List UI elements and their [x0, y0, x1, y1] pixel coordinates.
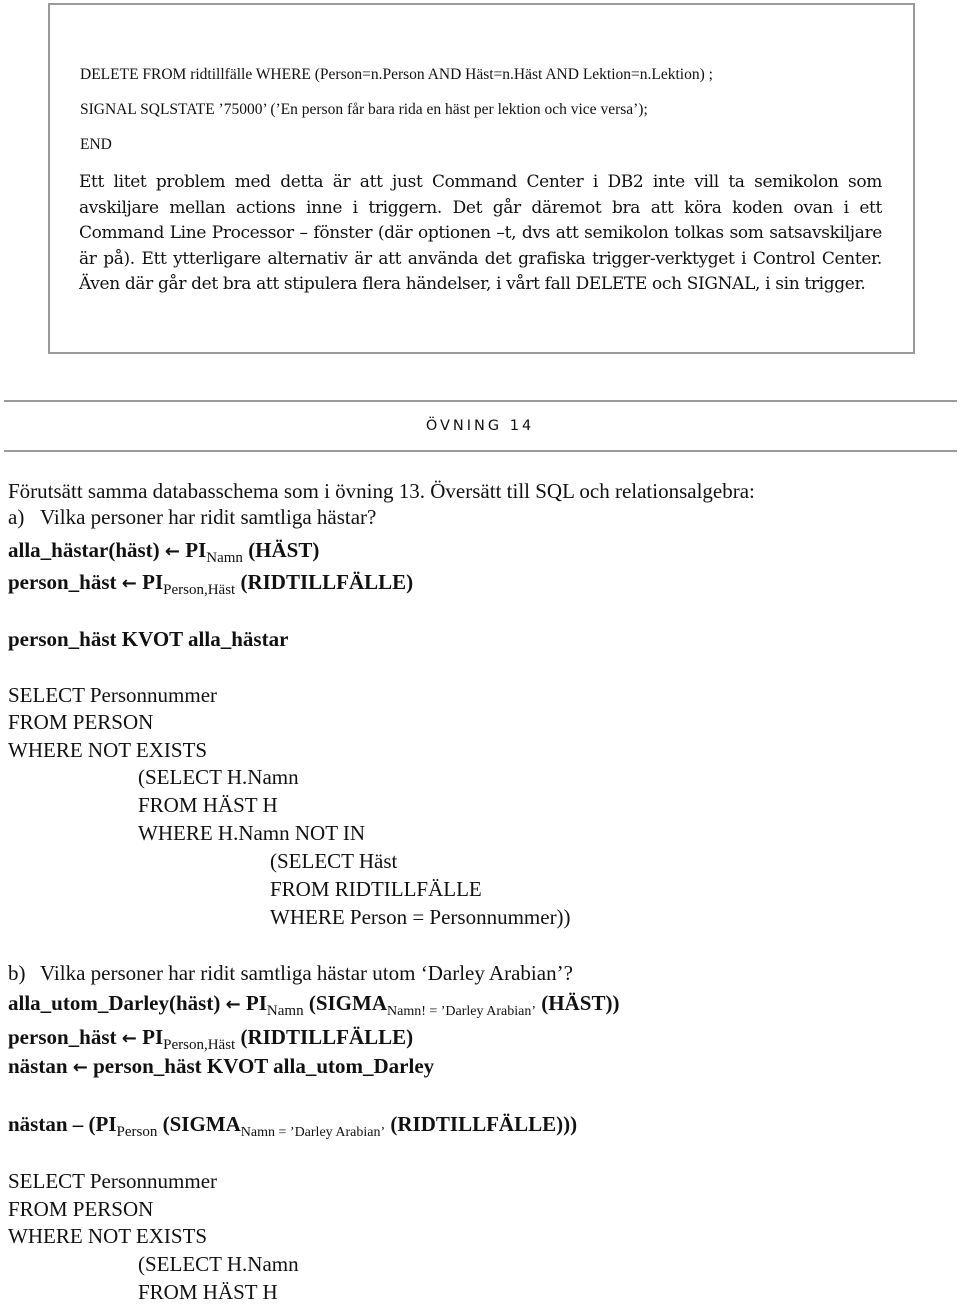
sql-a-line: (SELECT Häst [270, 849, 398, 873]
algebra-b-line-1: alla_utom_Darley(häst) ← PINamn (SIGMANa… [8, 991, 619, 1020]
question-b-text: Vilka personer har ridit samtliga hästar… [40, 961, 573, 985]
algebra-op: PI [142, 570, 164, 594]
algebra-rest: person_häst KVOT alla_utom_Darley [93, 1054, 435, 1078]
algebra-op: PI [142, 1025, 164, 1049]
sql-b-line: (SELECT H.Namn [138, 1252, 299, 1276]
algebra-a-line-2: person_häst ← PIPerson,Häst (RIDTILLFÄLL… [8, 570, 413, 599]
algebra-op: PI [245, 991, 267, 1015]
algebra-rest: (RIDTILLFÄLLE))) [390, 1112, 578, 1136]
algebra-rest: (HÄST)) [541, 991, 620, 1015]
code-line-end: END [80, 136, 112, 153]
code-line-signal: SIGNAL SQLSTATE ’75000’ (’En person får … [80, 101, 648, 118]
sigma-subscript: Namn! = ’Darley Arabian’ [387, 1004, 537, 1019]
algebra-subscript: Person,Häst [163, 1037, 236, 1053]
sql-a-line: SELECT Personnummer [8, 683, 218, 707]
algebra-subscript: Person,Häst [163, 582, 236, 598]
sigma-subscript: Namn = ’Darley Arabian’ [240, 1125, 386, 1140]
algebra-sigma: (SIGMA [162, 1112, 241, 1136]
arrow-left-icon: ← [225, 994, 241, 1015]
sql-b-line: SELECT Personnummer [8, 1169, 218, 1193]
algebra-rest: (RIDTILLFÄLLE) [240, 570, 414, 594]
algebra-b-line-2: person_häst ← PIPerson,Häst (RIDTILLFÄLL… [8, 1025, 413, 1054]
arrow-left-icon: ← [121, 573, 137, 594]
sql-a-line: WHERE Person = Personnummer)) [270, 905, 571, 929]
code-line-delete: DELETE FROM ridtillfälle WHERE (Person=n… [80, 66, 713, 83]
division-a: person_häst KVOT alla_hästar [8, 627, 289, 651]
sql-a-line: WHERE H.Namn NOT IN [138, 821, 366, 845]
algebra-op: PI [185, 538, 207, 562]
algebra-b-line-3: nästan ← person_häst KVOT alla_utom_Darl… [8, 1054, 434, 1079]
difference-b: nästan – (PIPerson (SIGMANamn = ’Darley … [8, 1112, 577, 1141]
algebra-lhs: alla_hästar(häst) [8, 538, 160, 562]
arrow-left-icon: ← [121, 1028, 137, 1049]
sql-b-line: FROM PERSON [8, 1197, 154, 1221]
algebra-rest: (HÄST) [248, 538, 320, 562]
sql-a-line: (SELECT H.Namn [138, 765, 299, 789]
sql-b-line: WHERE NOT EXISTS [8, 1224, 208, 1248]
algebra-subscript: Namn [266, 1003, 304, 1019]
question-a-text: Vilka personer har ridit samtliga hästar… [40, 505, 377, 529]
algebra-a-line-1: alla_hästar(häst) ← PINamn (HÄST) [8, 538, 319, 567]
heading-rule-bottom [4, 450, 957, 452]
algebra-sigma: (SIGMA [308, 991, 387, 1015]
algebra-subscript: Person [116, 1124, 158, 1140]
algebra-lhs: nästan [8, 1054, 68, 1078]
question-b: b) Vilka personer har ridit samtliga häst… [8, 961, 573, 986]
algebra-lhs: person_häst [8, 570, 117, 594]
algebra-lhs: person_häst [8, 1025, 117, 1049]
sql-a-line: FROM PERSON [8, 710, 154, 734]
note-paragraph: Ett litet problem med detta är att just … [79, 172, 882, 294]
sql-b-line: FROM HÄST H [138, 1280, 278, 1304]
algebra-lhs: nästan – (PI [8, 1112, 117, 1136]
arrow-left-icon: ← [164, 541, 181, 562]
question-a: a) Vilka personer har ridit samtliga häst… [8, 505, 376, 530]
heading-rule-top [4, 400, 957, 402]
algebra-lhs: alla_utom_Darley(häst) [8, 991, 221, 1015]
arrow-left-icon: ← [72, 1057, 88, 1078]
algebra-subscript: Namn [206, 550, 243, 566]
sql-a-line: FROM HÄST H [138, 793, 278, 817]
question-b-label: b) [8, 961, 26, 985]
algebra-rest: (RIDTILLFÄLLE) [240, 1025, 414, 1049]
section-heading: ÖVNING 14 [425, 418, 535, 434]
question-a-label: a) [8, 505, 25, 529]
sql-a-line: FROM RIDTILLFÄLLE [270, 877, 482, 901]
sql-a-line: WHERE NOT EXISTS [8, 738, 208, 762]
intro-text: Förutsätt samma databasschema som i övni… [8, 479, 755, 503]
